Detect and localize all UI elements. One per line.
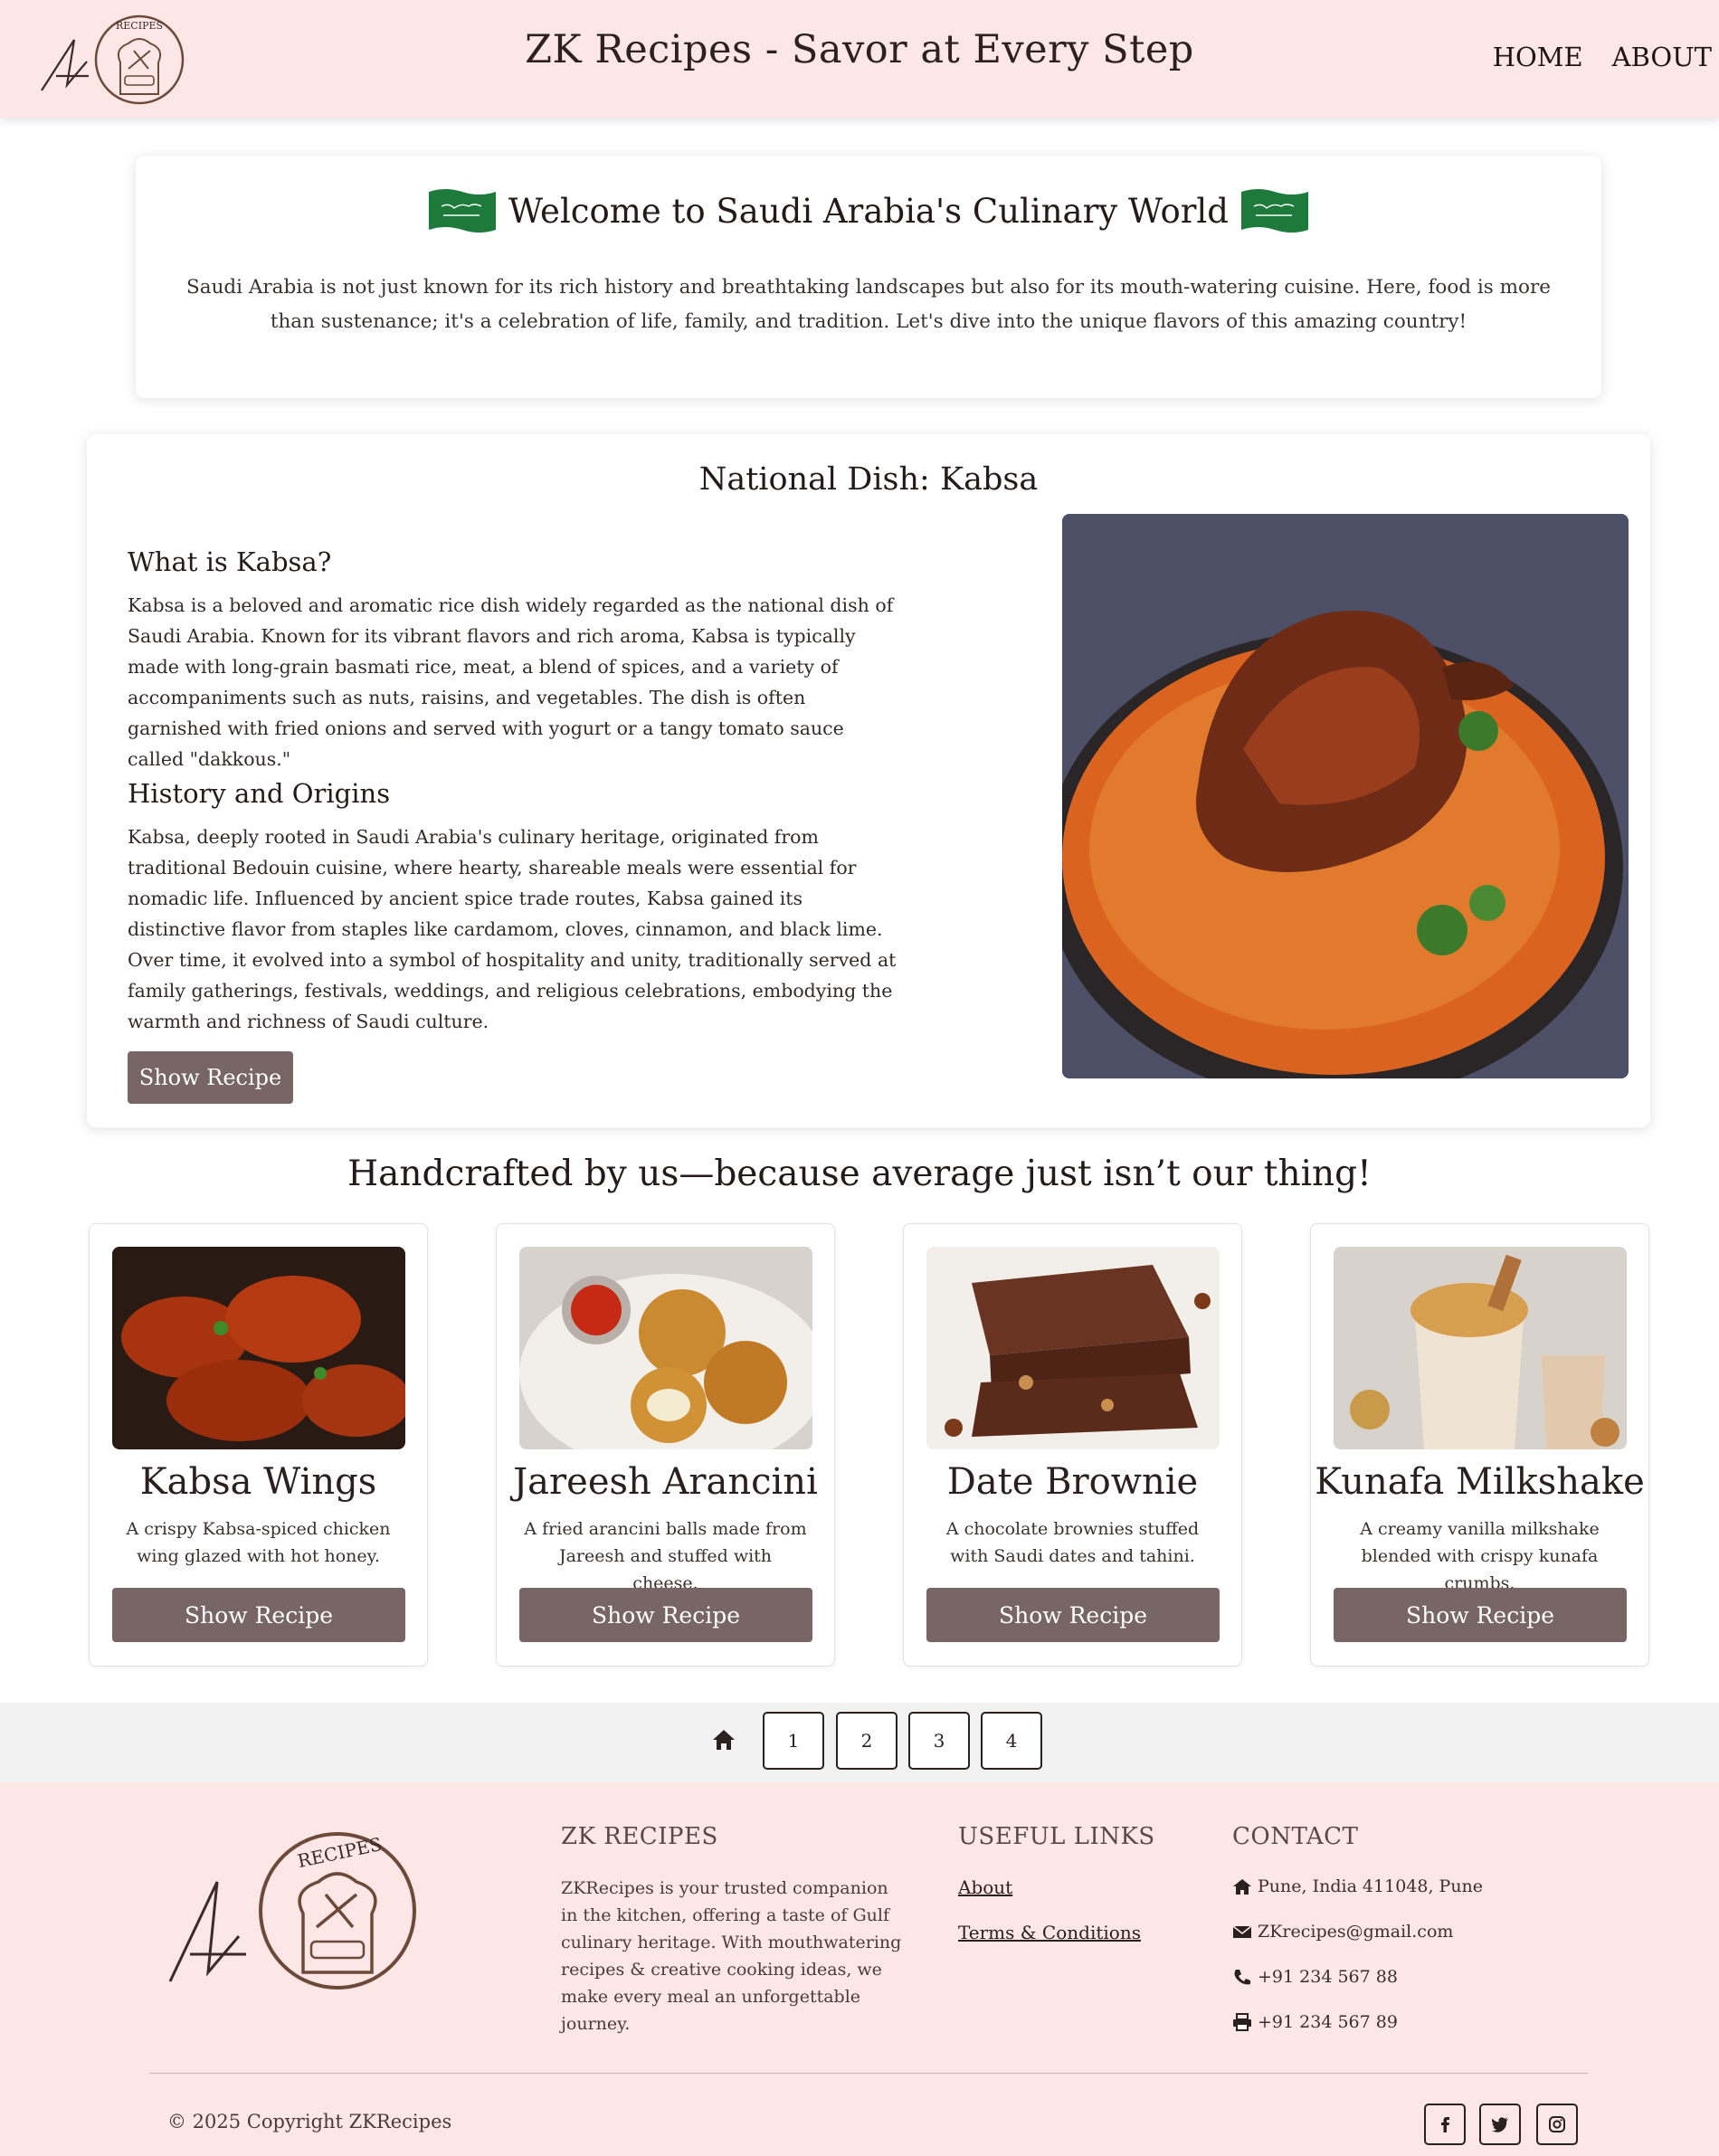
what-is-kabsa-text: Kabsa is a beloved and aromatic rice dis… bbox=[128, 594, 894, 770]
saudi-flag-icon bbox=[1240, 189, 1308, 233]
date-brownie-image bbox=[926, 1247, 1220, 1449]
footer-contact-heading: CONTACT bbox=[1232, 1823, 1359, 1850]
welcome-title: Welcome to Saudi Arabia's Culinary World bbox=[508, 191, 1229, 231]
site-footer: RECIPES ZK RECIPES ZKRecipes is your tru… bbox=[0, 1782, 1719, 2156]
show-recipe-button[interactable]: Show Recipe bbox=[112, 1588, 405, 1642]
page-button-1[interactable]: 1 bbox=[763, 1712, 824, 1770]
card-description: A chocolate brownies stuffed with Saudi … bbox=[945, 1519, 1200, 1566]
card-description: A crispy Kabsa-spiced chicken wing glaze… bbox=[126, 1519, 391, 1566]
what-is-kabsa-heading: What is Kabsa? bbox=[128, 546, 332, 577]
show-recipe-button[interactable]: Show Recipe bbox=[519, 1588, 812, 1642]
page-button-3[interactable]: 3 bbox=[908, 1712, 970, 1770]
contact-text: +91 234 567 89 bbox=[1258, 2012, 1398, 2032]
recipe-card: Date Brownie A chocolate brownies stuffe… bbox=[903, 1223, 1242, 1667]
instagram-icon bbox=[1549, 2116, 1565, 2132]
contact-text: +91 234 567 88 bbox=[1258, 1967, 1398, 1987]
main-nav: HOME ABOUT bbox=[1493, 42, 1712, 72]
print-icon bbox=[1233, 2013, 1251, 2031]
home-icon bbox=[1233, 1879, 1251, 1895]
show-recipe-button[interactable]: Show Recipe bbox=[926, 1588, 1220, 1642]
recipe-card: Jareesh Arancini A fried arancini balls … bbox=[496, 1223, 835, 1667]
twitter-icon bbox=[1492, 2117, 1508, 2132]
footer-divider bbox=[149, 2073, 1588, 2074]
instagram-button[interactable] bbox=[1536, 2104, 1578, 2145]
nav-home[interactable]: HOME bbox=[1493, 42, 1583, 72]
recipe-card: Kunafa Milkshake A creamy vanilla milksh… bbox=[1310, 1223, 1649, 1667]
footer-link-about[interactable]: About bbox=[958, 1876, 1012, 1898]
home-icon[interactable] bbox=[711, 1727, 736, 1752]
jareesh-arancini-image bbox=[519, 1247, 812, 1449]
facebook-button[interactable] bbox=[1424, 2104, 1466, 2145]
kunafa-milkshake-image bbox=[1334, 1247, 1627, 1449]
history-heading: History and Origins bbox=[128, 778, 391, 809]
kabsa-image bbox=[1062, 514, 1629, 1078]
contact-text: Pune, India 411048, Pune bbox=[1258, 1876, 1484, 1896]
copyright: © 2025 Copyright ZKRecipes bbox=[167, 2111, 452, 2132]
contact-text: ZKrecipes@gmail.com bbox=[1258, 1922, 1454, 1942]
contact-email: ZKrecipes@gmail.com bbox=[1232, 1922, 1453, 1942]
site-title: ZK Recipes - Savor at Every Step bbox=[525, 27, 1194, 72]
nav-about[interactable]: ABOUT bbox=[1612, 42, 1712, 72]
saudi-flag-icon bbox=[429, 189, 497, 233]
footer-about-heading: ZK RECIPES bbox=[561, 1823, 718, 1850]
show-recipe-button[interactable]: Show Recipe bbox=[1334, 1588, 1627, 1642]
welcome-card: Welcome to Saudi Arabia's Culinary World… bbox=[136, 156, 1601, 398]
history-text: Kabsa, deeply rooted in Saudi Arabia's c… bbox=[128, 826, 897, 1032]
card-description: A creamy vanilla milkshake blended with … bbox=[1360, 1519, 1600, 1593]
page-button-2[interactable]: 2 bbox=[836, 1712, 897, 1770]
footer-about-text: ZKRecipes is your trusted companion in t… bbox=[561, 1878, 902, 2034]
handcrafted-title: Handcrafted by us—because average just i… bbox=[347, 1154, 1372, 1194]
contact-fax: +91 234 567 89 bbox=[1232, 2012, 1398, 2032]
national-dish-card: National Dish: Kabsa What is Kabsa? Kabs… bbox=[87, 434, 1650, 1127]
footer-links-heading: USEFUL LINKS bbox=[958, 1823, 1155, 1850]
card-title: Kunafa Milkshake bbox=[1315, 1461, 1645, 1503]
contact-address: Pune, India 411048, Pune bbox=[1232, 1876, 1483, 1896]
recipe-card: Kabsa Wings A crispy Kabsa-spiced chicke… bbox=[89, 1223, 428, 1667]
show-recipe-button[interactable]: Show Recipe bbox=[128, 1051, 293, 1104]
twitter-button[interactable] bbox=[1479, 2104, 1521, 2145]
card-title: Jareesh Arancini bbox=[513, 1461, 818, 1503]
welcome-heading: Welcome to Saudi Arabia's Culinary World bbox=[136, 185, 1601, 237]
envelope-icon bbox=[1232, 1925, 1252, 1938]
card-title: Date Brownie bbox=[946, 1461, 1199, 1503]
page-button-4[interactable]: 4 bbox=[981, 1712, 1042, 1770]
kabsa-wings-image bbox=[112, 1247, 405, 1449]
welcome-text: Saudi Arabia is not just known for its r… bbox=[186, 276, 1551, 333]
card-title: Kabsa Wings bbox=[139, 1461, 377, 1503]
phone-icon bbox=[1234, 1970, 1250, 1985]
dish-title: National Dish: Kabsa bbox=[698, 461, 1039, 498]
pagination: 1 2 3 4 bbox=[0, 1703, 1719, 1782]
facebook-icon bbox=[1441, 2117, 1449, 2132]
card-description: A fried arancini balls made from Jareesh… bbox=[524, 1519, 807, 1593]
contact-phone: +91 234 567 88 bbox=[1232, 1967, 1398, 1987]
site-header: RECIPES ZK Recipes - Savor at Every Step… bbox=[0, 0, 1719, 118]
footer-logo-icon: RECIPES bbox=[168, 1832, 416, 1990]
footer-link-terms[interactable]: Terms & Conditions bbox=[958, 1922, 1141, 1943]
